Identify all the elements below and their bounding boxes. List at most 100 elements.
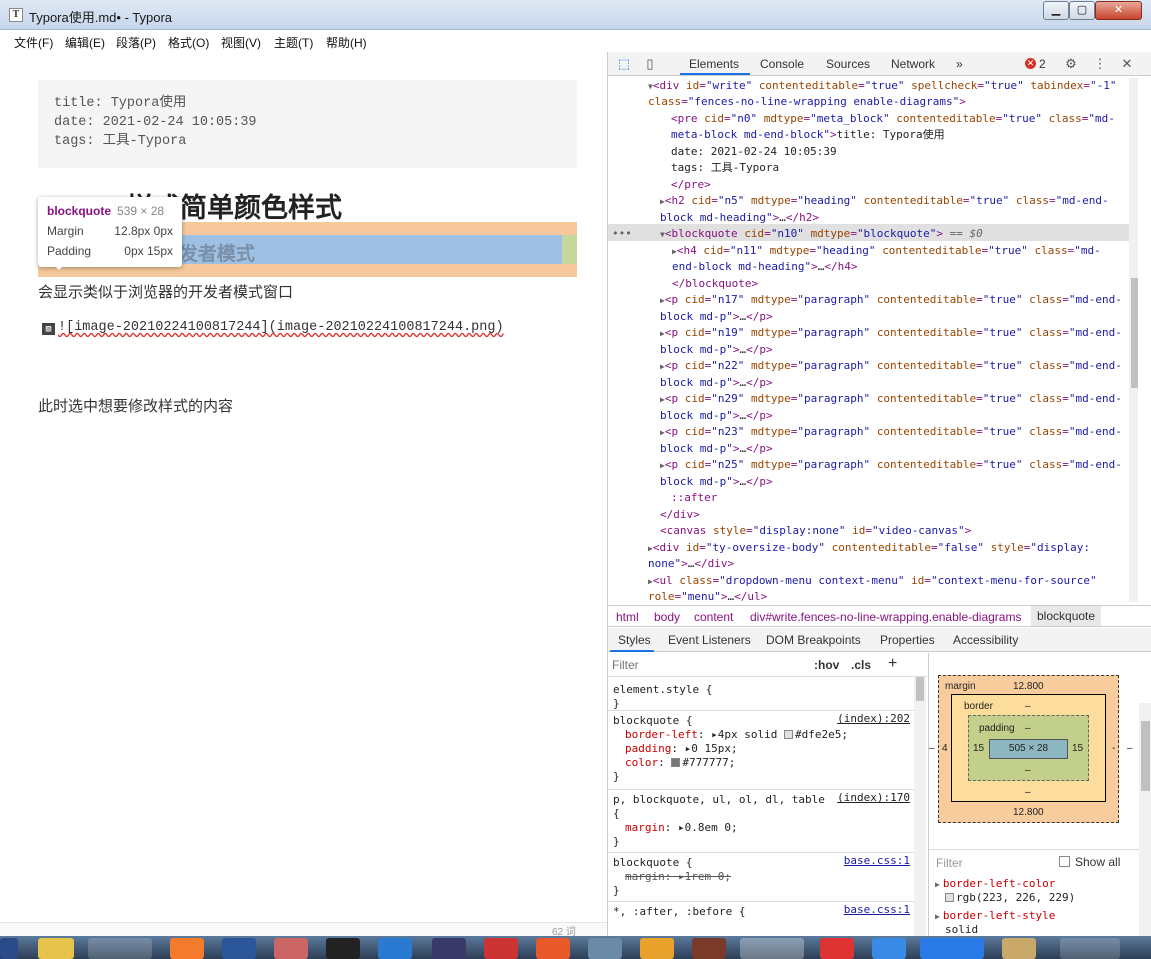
- dom-line[interactable]: </pre>: [671, 177, 711, 194]
- rule-source-link[interactable]: base.css:1: [844, 903, 910, 917]
- menu-paragraph[interactable]: 段落(P): [116, 34, 156, 51]
- tab-elements[interactable]: Elements: [689, 57, 739, 71]
- tab-console[interactable]: Console: [760, 57, 804, 71]
- tab-accessibility[interactable]: Accessibility: [953, 633, 1018, 647]
- meta-block[interactable]: title: Typora使用 date: 2021-02-24 10:05:3…: [38, 80, 577, 168]
- bm-margin-left[interactable]: 4: [942, 743, 948, 754]
- tab-sources[interactable]: Sources: [826, 57, 870, 71]
- error-count[interactable]: 2: [1039, 57, 1046, 71]
- decl-padding[interactable]: padding: ▸0 15px;: [613, 742, 909, 756]
- dom-line[interactable]: ▶<p cid="n29" mdtype="paragraph" content…: [660, 391, 1122, 409]
- decl-margin[interactable]: margin: ▸0.8em 0;: [613, 821, 909, 835]
- cls-button[interactable]: .cls: [851, 658, 871, 672]
- dom-line[interactable]: role="menu">…</ul>: [648, 589, 767, 602]
- app-taskbar-icon[interactable]: [484, 938, 518, 959]
- tab-styles[interactable]: Styles: [618, 633, 651, 647]
- decl-border-left[interactable]: border-left: ▸4px solid #dfe2e5;: [613, 728, 909, 742]
- dom-line[interactable]: block md-p">…</p>: [660, 309, 773, 326]
- app-taskbar-icon[interactable]: [38, 938, 74, 959]
- style-rule-block-margins[interactable]: p, blockquote, ul, ol, dl, table { (inde…: [608, 791, 914, 853]
- dom-line[interactable]: <canvas style="display:none" id="video-c…: [660, 523, 971, 540]
- dom-line-selected[interactable]: ▼<blockquote cid="n10" mdtype="blockquot…: [660, 226, 983, 244]
- crumb-body[interactable]: body: [654, 610, 680, 624]
- tab-network[interactable]: Network: [891, 57, 935, 71]
- dom-line[interactable]: ▼<div id="write" contenteditable="true" …: [648, 78, 1117, 96]
- chrome-taskbar-icon[interactable]: [88, 938, 152, 959]
- decl-margin-overridden[interactable]: margin: ▸1rem 0;: [613, 870, 909, 884]
- dom-line-ellipsis-icon[interactable]: •••: [612, 226, 632, 243]
- computed-scrollbar-thumb[interactable]: [1141, 721, 1150, 791]
- bm-margin-top[interactable]: 12.800: [1013, 681, 1044, 692]
- vscode-taskbar-icon[interactable]: [378, 938, 412, 959]
- app-taskbar-icon[interactable]: [872, 938, 906, 959]
- dom-line[interactable]: none">…</div>: [648, 556, 734, 573]
- intellij-taskbar-icon[interactable]: [0, 938, 18, 959]
- explorer-taskbar-icon[interactable]: [1002, 938, 1036, 959]
- dom-tree[interactable]: ▼<div id="write" contenteditable="true" …: [608, 78, 1138, 602]
- tab-event-listeners[interactable]: Event Listeners: [668, 633, 751, 647]
- dom-line[interactable]: block md-p">…</p>: [660, 408, 773, 425]
- decl-color[interactable]: color: #777777;: [613, 756, 909, 770]
- dom-line[interactable]: tags: 工具-Typora: [671, 160, 779, 177]
- crumb-blockquote[interactable]: blockquote: [1031, 606, 1102, 626]
- color-swatch[interactable]: [783, 730, 793, 739]
- dingtalk-taskbar-icon[interactable]: [920, 938, 984, 959]
- word-taskbar-icon[interactable]: [222, 938, 256, 959]
- crumb-write-div[interactable]: div#write.fences-no-line-wrapping.enable…: [750, 610, 1021, 624]
- rule-source-link[interactable]: base.css:1: [844, 854, 910, 868]
- menu-theme[interactable]: 主题(T): [274, 34, 313, 51]
- dom-line[interactable]: class="fences-no-line-wrapping enable-di…: [648, 94, 966, 111]
- qq-taskbar-icon[interactable]: [326, 938, 360, 959]
- maximize-button[interactable]: ▢: [1069, 1, 1095, 20]
- dom-line[interactable]: ▶<p cid="n22" mdtype="paragraph" content…: [660, 358, 1122, 376]
- dom-line[interactable]: ▶<p cid="n17" mdtype="paragraph" content…: [660, 292, 1122, 310]
- dom-line[interactable]: block md-heading">…</h2>: [660, 210, 819, 227]
- minimize-button[interactable]: ▁: [1043, 1, 1069, 20]
- new-rule-button[interactable]: +: [888, 655, 897, 673]
- dom-line[interactable]: block md-p">…</p>: [660, 474, 773, 491]
- gear-icon[interactable]: ⚙: [1063, 56, 1079, 72]
- menu-format[interactable]: 格式(O): [168, 34, 209, 51]
- app-taskbar-icon[interactable]: [1060, 938, 1120, 959]
- dom-line[interactable]: ▶<div id="ty-oversize-body" contentedita…: [648, 540, 1090, 558]
- styles-scrollbar[interactable]: [914, 677, 926, 936]
- app-taskbar-icon[interactable]: [588, 938, 622, 959]
- app-taskbar-icon[interactable]: [820, 938, 854, 959]
- bm-margin-right[interactable]: -: [1112, 743, 1115, 754]
- dom-line[interactable]: ▶<p cid="n23" mdtype="paragraph" content…: [660, 424, 1122, 442]
- dom-line[interactable]: end-block md-heading">…</h4>: [672, 259, 857, 276]
- menu-edit[interactable]: 编辑(E): [65, 34, 105, 51]
- show-all-label[interactable]: Show all: [1075, 855, 1120, 869]
- dom-line[interactable]: meta-block md-end-block">title: Typora使用: [671, 127, 945, 144]
- typora-taskbar-icon[interactable]: [740, 938, 804, 959]
- inspect-icon[interactable]: ⬚: [616, 56, 632, 72]
- color-swatch[interactable]: [945, 893, 954, 902]
- dom-scrollbar-thumb[interactable]: [1131, 278, 1138, 388]
- tab-properties[interactable]: Properties: [880, 633, 935, 647]
- computed-filter-input[interactable]: Filter: [936, 856, 963, 870]
- dom-line[interactable]: ▶<h2 cid="n5" mdtype="heading" contented…: [660, 193, 1109, 211]
- menu-view[interactable]: 视图(V): [221, 34, 261, 51]
- crumb-content[interactable]: content: [694, 610, 733, 624]
- bm-padding-right[interactable]: 15: [1072, 743, 1083, 754]
- dom-line[interactable]: ▶<p cid="n19" mdtype="paragraph" content…: [660, 325, 1122, 343]
- close-window-button[interactable]: ✕: [1095, 1, 1142, 20]
- bm-margin-bottom[interactable]: 12.800: [1013, 807, 1044, 818]
- bm-padding-top[interactable]: –: [1025, 723, 1031, 734]
- more-tabs-button[interactable]: »: [956, 57, 963, 71]
- rule-source-link[interactable]: (index):170: [837, 791, 910, 805]
- dom-line[interactable]: </div>: [660, 507, 700, 524]
- dom-line[interactable]: </blockquote>: [672, 276, 758, 293]
- computed-prop[interactable]: ▶ border-left-color: [935, 877, 1055, 890]
- sublime-taskbar-icon[interactable]: [640, 938, 674, 959]
- crumb-html[interactable]: html: [616, 610, 639, 624]
- editor-pane[interactable]: title: Typora使用 date: 2021-02-24 10:05:3…: [0, 52, 607, 922]
- app-taskbar-icon[interactable]: [170, 938, 204, 959]
- image-markdown-line[interactable]: ▨ ![image-20210224100817244](image-202102…: [42, 320, 504, 335]
- show-all-checkbox[interactable]: [1059, 856, 1070, 867]
- style-rule-blockquote[interactable]: blockquote { (index):202 border-left: ▸4…: [608, 712, 914, 790]
- hov-button[interactable]: :hov: [814, 658, 839, 672]
- bm-border-top[interactable]: –: [1025, 701, 1031, 712]
- app-taskbar-icon[interactable]: [274, 938, 308, 959]
- error-icon[interactable]: ✕: [1025, 58, 1036, 69]
